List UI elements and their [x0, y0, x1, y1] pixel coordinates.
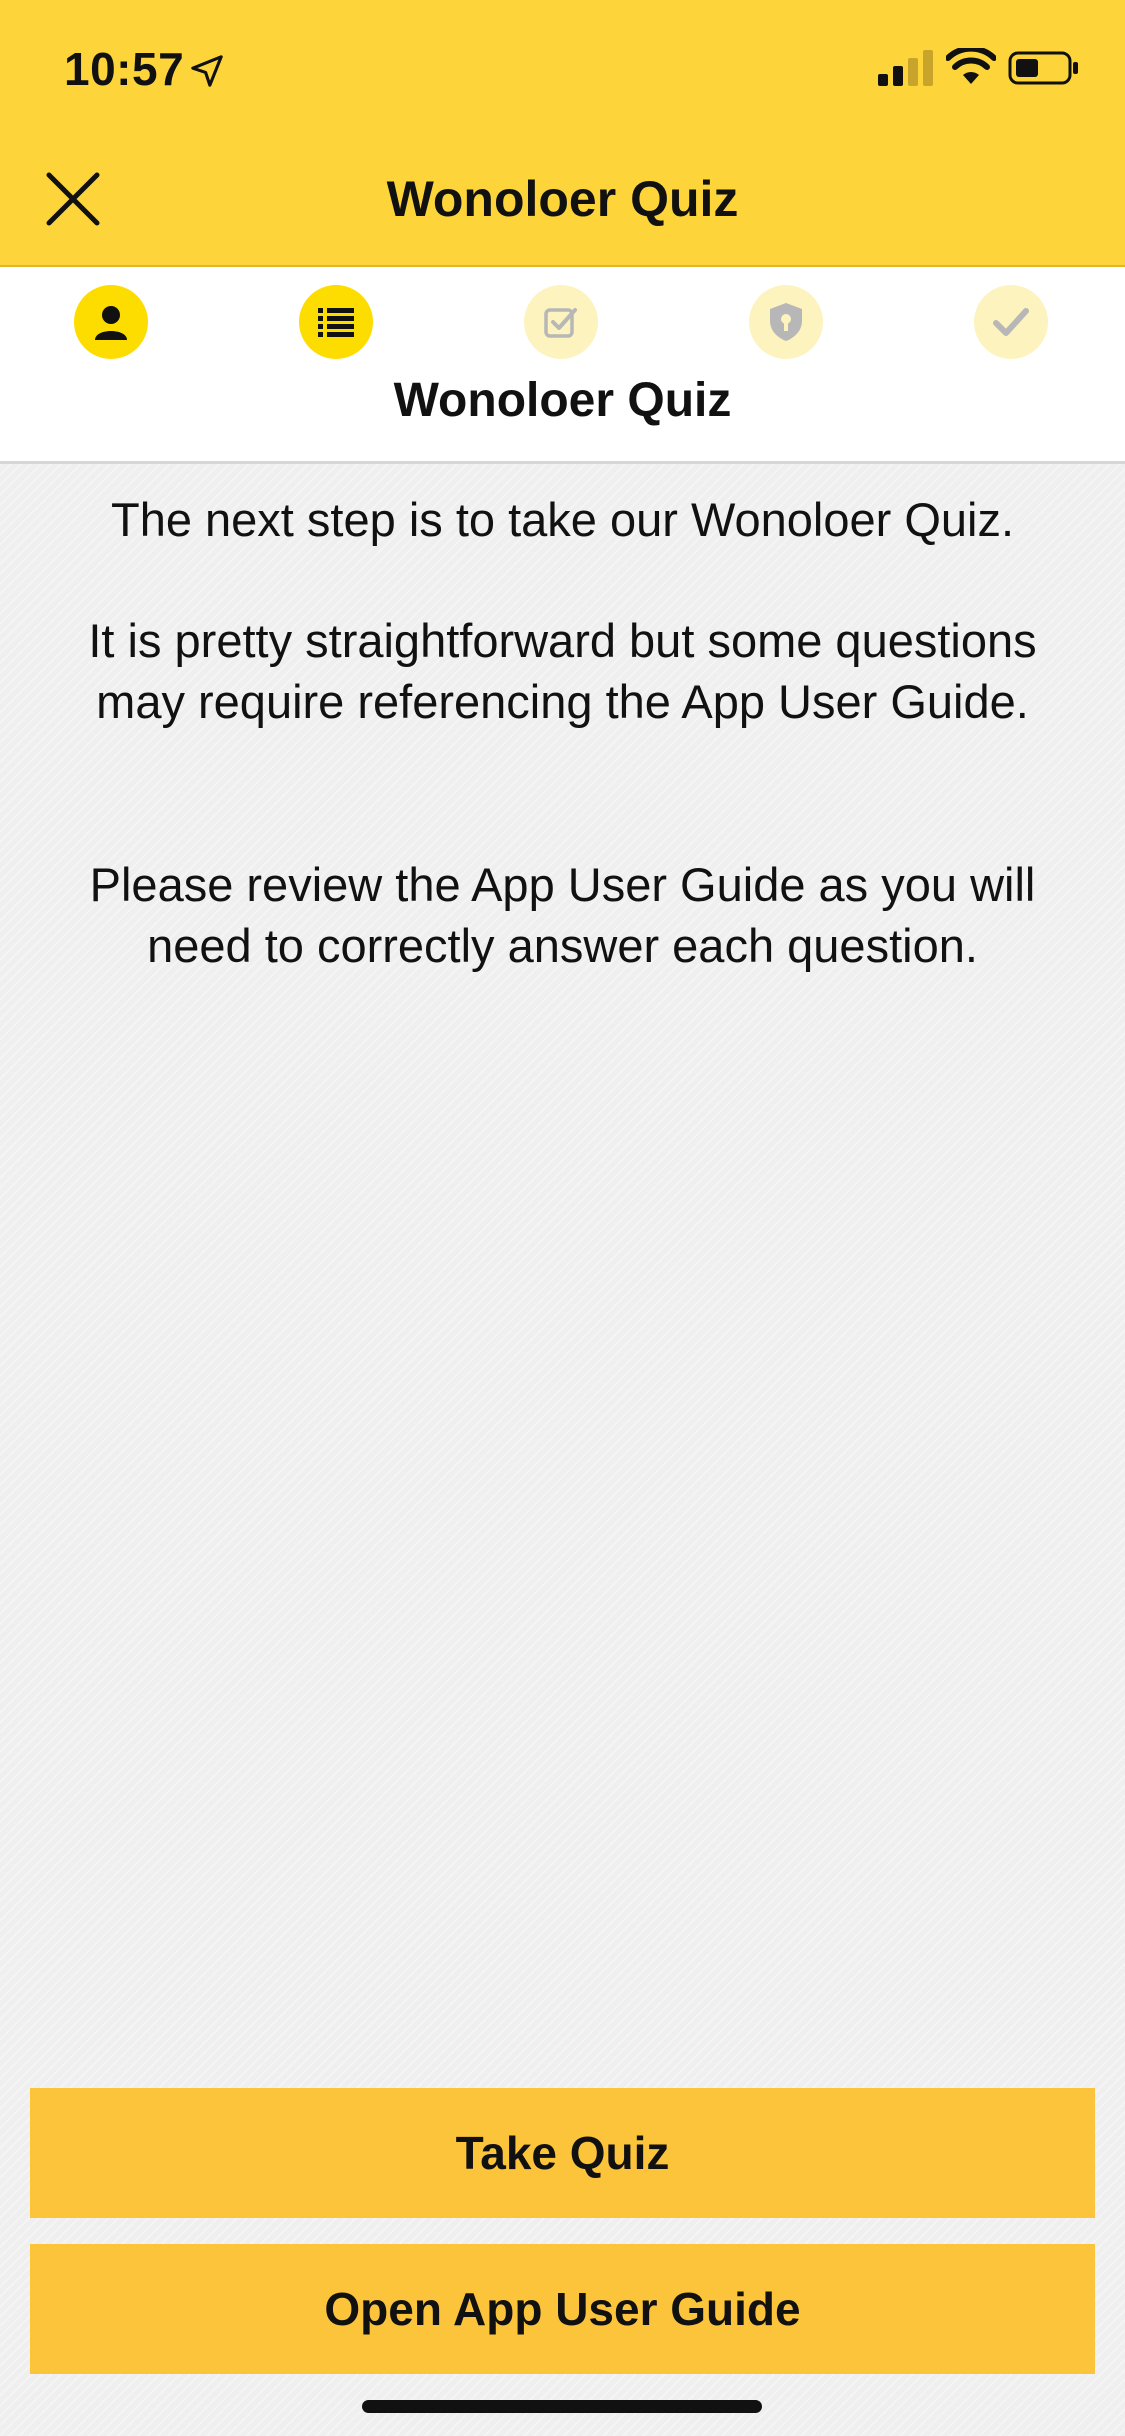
intro-text: The next step is to take our Wonoloer Qu…	[110, 493, 1015, 546]
list-icon	[318, 308, 354, 337]
progress-stepper: Wonoloer Quiz	[0, 267, 1125, 464]
shield-lock-icon	[770, 303, 802, 341]
step-complete[interactable]	[974, 285, 1048, 359]
wifi-icon	[946, 48, 996, 84]
review-text: Please review the App User Guide as you …	[89, 858, 1036, 972]
checkmark-icon	[993, 308, 1029, 336]
home-indicator	[362, 2400, 762, 2413]
step-profile[interactable]	[74, 285, 148, 359]
location-arrow-icon	[191, 55, 223, 87]
status-bar: 10:57	[0, 0, 1125, 140]
status-time: 10:57	[64, 43, 185, 95]
person-icon	[95, 306, 127, 340]
explanation-text: It is pretty straightforward but some qu…	[88, 614, 1037, 728]
page-title: Wonoloer Quiz	[386, 171, 739, 227]
step-quiz[interactable]	[299, 285, 373, 359]
battery-icon	[1008, 51, 1078, 85]
cellular-signal-icon	[878, 50, 933, 86]
step-review[interactable]	[524, 285, 598, 359]
step-security[interactable]	[749, 285, 823, 359]
take-quiz-button[interactable]: Take Quiz	[30, 2088, 1095, 2218]
nav-bar: Wonoloer Quiz	[0, 140, 1125, 267]
step-label: Wonoloer Quiz	[393, 374, 732, 427]
open-app-user-guide-button[interactable]: Open App User Guide	[30, 2244, 1095, 2374]
main-content: The next step is to take our Wonoloer Qu…	[0, 464, 1125, 2436]
checkbox-icon	[544, 308, 577, 338]
